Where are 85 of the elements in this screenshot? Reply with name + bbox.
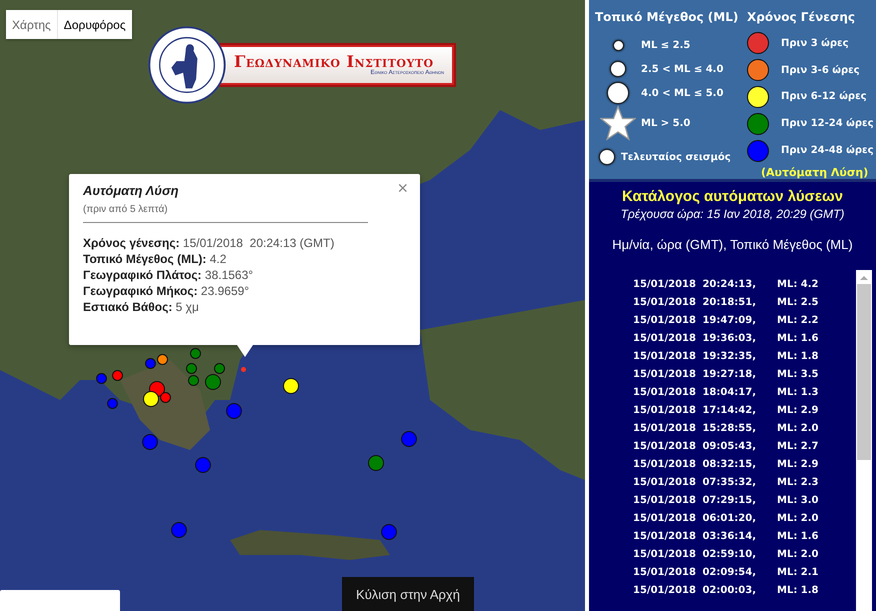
- legend-label: ML ≤ 2.5: [641, 40, 690, 50]
- event-time[interactable]: 15/01/2018 17:14:42,: [633, 404, 765, 416]
- popup-subtitle: (πριν από 5 λεπτά): [83, 204, 169, 215]
- quake-marker[interactable]: [401, 431, 417, 447]
- circle-symbol-icon: [607, 82, 629, 104]
- legend-label: Πριν 24-48 ώρες: [781, 145, 874, 156]
- event-magnitude[interactable]: ML: 1.6: [777, 530, 819, 542]
- scroll-up-icon[interactable]: [860, 276, 868, 280]
- legend-heading: Χρόνος Γένεσης: [747, 10, 856, 24]
- event-magnitude[interactable]: ML: 1.6: [777, 332, 819, 344]
- event-magnitude[interactable]: ML: 2.2: [777, 314, 819, 326]
- circle-symbol-icon: [599, 149, 615, 165]
- quake-marker[interactable]: [142, 434, 158, 450]
- event-time[interactable]: 15/01/2018 07:29:15,: [633, 494, 765, 506]
- detail-line: Γεωγραφικό Πλάτος: 38.1563°: [83, 267, 254, 283]
- event-magnitude[interactable]: ML: 3.0: [777, 494, 819, 506]
- event-magnitude[interactable]: ML: 1.3: [777, 386, 819, 398]
- popup-pointer: [237, 345, 253, 357]
- event-time[interactable]: 15/01/2018 08:32:15,: [633, 458, 765, 470]
- detail-line: Εστιακό Βάθος: 5 χμ: [83, 299, 200, 315]
- legend-label: Πριν 12-24 ώρες: [781, 118, 874, 130]
- event-magnitude[interactable]: ML: 4.2: [777, 278, 819, 290]
- legend-label: Πριν 6-12 ώρες: [781, 91, 867, 102]
- event-time[interactable]: 15/01/2018 19:47:09,: [633, 314, 765, 326]
- event-magnitude[interactable]: ML: 3.5: [777, 368, 819, 380]
- star-icon: [600, 105, 636, 141]
- quake-marker[interactable]: [226, 403, 242, 419]
- scrollbar[interactable]: [856, 270, 872, 611]
- detail-line: Τοπικό Μέγεθος (ML): 4.2: [83, 251, 228, 267]
- detail-line: Γεωγραφικό Μήκος: 23.9659°: [83, 283, 250, 299]
- event-time[interactable]: 15/01/2018 20:18:51,: [633, 296, 765, 308]
- detail-line: Χρόνος γένεσης: 15/01/2018 20:24:13 (GMT): [83, 235, 336, 251]
- event-magnitude[interactable]: ML: 2.5: [777, 296, 819, 308]
- event-magnitude[interactable]: ML: 2.1: [777, 566, 819, 578]
- event-magnitude[interactable]: ML: 1.8: [777, 584, 819, 596]
- event-time[interactable]: 15/01/2018 03:36:14,: [633, 530, 765, 542]
- column-header: Ημ/νία, ώρα (GMT), Τοπικό Μέγεθος (ML): [612, 237, 853, 252]
- seal-emblem-icon: [148, 26, 226, 104]
- event-time[interactable]: 15/01/2018 02:09:54,: [633, 566, 765, 578]
- quake-marker[interactable]: [106, 398, 118, 408]
- latest-quake-marker[interactable]: [240, 366, 246, 372]
- quake-marker[interactable]: [283, 378, 299, 394]
- satellite-map[interactable]: [0, 0, 585, 611]
- quake-marker[interactable]: [368, 455, 384, 471]
- map-type-tab[interactable]: Δορυφόρος: [56, 10, 132, 39]
- event-magnitude[interactable]: ML: 2.0: [777, 422, 819, 434]
- event-time[interactable]: 15/01/2018 06:01:20,: [633, 512, 765, 524]
- circle-symbol-icon: [610, 61, 626, 77]
- event-magnitude[interactable]: ML: 2.9: [777, 458, 819, 470]
- legend-label: 4.0 < ML ≤ 5.0: [641, 88, 724, 98]
- legend-label: ML > 5.0: [641, 118, 690, 128]
- quake-marker[interactable]: [171, 522, 187, 538]
- event-time[interactable]: 15/01/2018 18:04:17,: [633, 386, 765, 398]
- event-time[interactable]: 15/01/2018 02:59:10,: [633, 548, 765, 560]
- logo-title: Γεωδυναμικο Ινστιτουτο: [234, 53, 434, 70]
- close-button[interactable]: ×: [395, 178, 410, 199]
- event-time[interactable]: 15/01/2018 09:05:43,: [633, 440, 765, 452]
- quake-marker[interactable]: [195, 457, 211, 473]
- legend-heading: Τοπικό Μέγεθος (ML): [595, 10, 740, 24]
- event-time[interactable]: 15/01/2018 20:24:13,: [633, 278, 765, 290]
- event-time[interactable]: 15/01/2018 19:36:03,: [633, 332, 765, 344]
- legend-note: (Αυτόματη Λύση): [761, 166, 870, 179]
- event-magnitude[interactable]: ML: 2.3: [777, 476, 819, 488]
- legend-label: Πριν 3-6 ώρες: [781, 64, 860, 76]
- event-time[interactable]: 15/01/2018 15:28:55,: [633, 422, 765, 434]
- popup-title: Αυτόματη Λύση: [83, 183, 179, 198]
- event-time[interactable]: 15/01/2018 02:00:03,: [633, 584, 765, 596]
- legend-label: Τελευταίος σεισμός: [621, 152, 731, 162]
- event-magnitude[interactable]: ML: 2.0: [777, 548, 819, 560]
- scroll-to-top-button[interactable]: Κύλιση στην Αρχή: [342, 577, 474, 611]
- legend-label: 2.5 < ML ≤ 4.0: [641, 64, 724, 74]
- event-magnitude[interactable]: ML: 2.0: [777, 512, 819, 524]
- catalog-title: Κατάλογος αυτόματων λύσεων: [622, 188, 843, 205]
- event-time[interactable]: 15/01/2018 07:35:32,: [633, 476, 765, 488]
- map-type-tab[interactable]: Χάρτης: [6, 10, 57, 39]
- event-magnitude[interactable]: ML: 1.8: [777, 350, 819, 362]
- quake-marker[interactable]: [381, 524, 397, 540]
- event-time[interactable]: 15/01/2018 19:27:18,: [633, 368, 765, 380]
- event-time[interactable]: 15/01/2018 19:32:35,: [633, 350, 765, 362]
- event-magnitude[interactable]: ML: 2.9: [777, 404, 819, 416]
- event-magnitude[interactable]: ML: 2.7: [777, 440, 819, 452]
- legend-label: Πριν 3 ώρες: [781, 38, 848, 49]
- current-time: Τρέχουσα ώρα: 15 Ιαν 2018, 20:29 (GMT): [620, 207, 844, 221]
- circle-symbol-icon: [612, 40, 624, 50]
- scrollbar-thumb[interactable]: [857, 284, 871, 460]
